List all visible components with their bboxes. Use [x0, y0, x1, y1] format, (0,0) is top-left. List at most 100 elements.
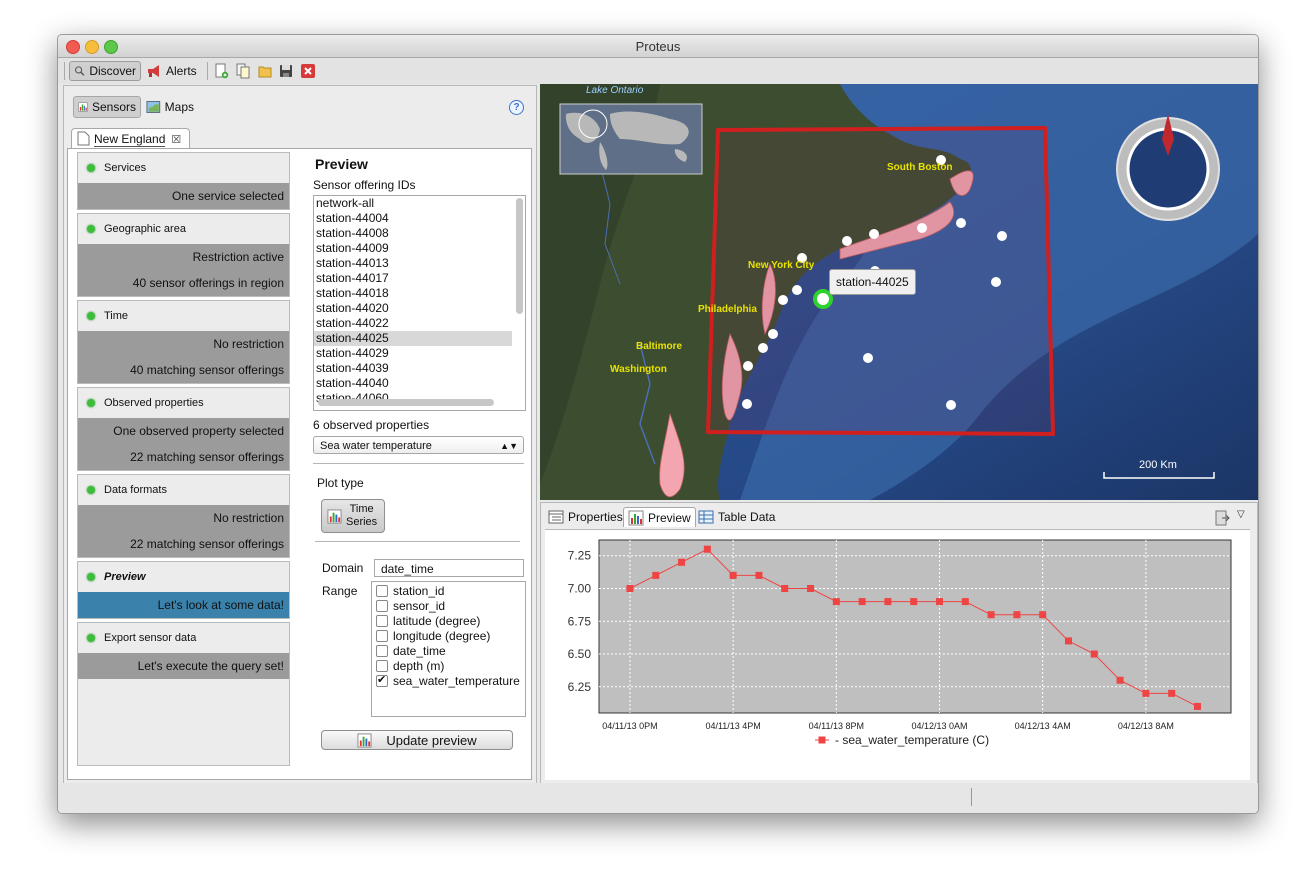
range-option[interactable]: latitude (degree)	[372, 613, 525, 628]
offering-item[interactable]: station-44040	[314, 376, 512, 391]
x-tick-label: 04/12/13 0AM	[911, 721, 967, 731]
data-point	[910, 598, 918, 606]
horizontal-scrollbar[interactable]	[318, 399, 494, 406]
step-geographic-area[interactable]: Geographic area Restriction active 40 se…	[77, 213, 290, 297]
tab-preview[interactable]: Preview	[623, 507, 696, 527]
step-status: No restriction	[78, 331, 289, 357]
title-bar: Proteus	[58, 35, 1258, 58]
tab-properties[interactable]: Properties	[544, 507, 627, 527]
help-icon[interactable]: ?	[509, 100, 524, 115]
view-menu-icon[interactable]: ▽	[1237, 509, 1245, 520]
offering-ids-label: Sensor offering IDs	[313, 178, 416, 192]
update-preview-label: Update preview	[386, 732, 477, 748]
range-option-label: station_id	[393, 583, 445, 598]
alerts-button[interactable]: Alerts	[142, 61, 204, 81]
status-dot-icon	[87, 225, 95, 233]
updown-arrows-icon: ▲▼	[500, 441, 518, 451]
offering-item[interactable]: station-44013	[314, 256, 512, 271]
step-time[interactable]: Time No restriction 40 matching sensor o…	[77, 300, 290, 384]
domain-field[interactable]: date_time	[374, 559, 524, 577]
new-document-icon[interactable]	[213, 63, 229, 79]
tab-label: Table Data	[718, 510, 776, 524]
offering-item[interactable]: station-44039	[314, 361, 512, 376]
station-marker[interactable]	[991, 277, 1001, 287]
x-tick-label: 04/11/13 0PM	[602, 721, 657, 731]
folder-icon[interactable]	[257, 63, 273, 79]
offering-item[interactable]: station-44025	[314, 331, 512, 346]
station-marker[interactable]	[863, 353, 873, 363]
checkbox[interactable]	[376, 584, 388, 597]
range-option-label: date_time	[393, 643, 446, 658]
station-marker[interactable]	[743, 361, 753, 371]
checkbox[interactable]	[376, 644, 388, 657]
megaphone-icon	[148, 65, 159, 77]
step-data-formats[interactable]: Data formats No restriction 22 matching …	[77, 474, 290, 558]
offering-item[interactable]: station-44022	[314, 316, 512, 331]
offering-item[interactable]: station-44029	[314, 346, 512, 361]
bar-chart-icon	[78, 102, 88, 112]
range-option[interactable]: date_time	[372, 643, 525, 658]
observed-property-select[interactable]: Sea water temperature ▲▼	[313, 436, 524, 454]
checkbox[interactable]	[376, 629, 388, 642]
discover-button[interactable]: Discover	[69, 61, 141, 81]
station-marker[interactable]	[842, 236, 852, 246]
sensors-toggle[interactable]: Sensors	[73, 96, 141, 118]
station-marker[interactable]	[768, 329, 778, 339]
update-preview-button[interactable]: Update preview	[321, 730, 513, 750]
station-marker[interactable]	[742, 399, 752, 409]
range-option-label: sea_water_temperature	[393, 673, 520, 688]
status-dot-icon	[87, 164, 95, 172]
checkbox[interactable]	[376, 614, 388, 627]
checkbox[interactable]	[376, 673, 388, 687]
offering-item[interactable]: station-44018	[314, 286, 512, 301]
tab-table-data[interactable]: Table Data	[694, 507, 779, 527]
step-preview[interactable]: Preview Let's look at some data!	[77, 561, 290, 619]
range-option[interactable]: depth (m)	[372, 658, 525, 673]
x-tick-label: 04/11/13 4PM	[705, 721, 760, 731]
domain-label: Domain	[322, 561, 364, 575]
offering-item[interactable]: station-44008	[314, 226, 512, 241]
delete-icon[interactable]	[300, 63, 316, 79]
offering-item[interactable]: station-44017	[314, 271, 512, 286]
vertical-scrollbar[interactable]	[516, 198, 523, 314]
step-status: Restriction active	[78, 244, 289, 270]
time-series-button[interactable]: Time Series	[321, 499, 385, 533]
range-checklist: station_id sensor_id latitude (degree) long…	[371, 581, 526, 717]
range-option-label: longitude (degree)	[393, 628, 491, 643]
close-tab-icon[interactable]: ☒	[171, 133, 181, 146]
offering-item[interactable]: station-44004	[314, 211, 512, 226]
step-status: 40 sensor offerings in region	[78, 270, 289, 296]
checkbox[interactable]	[376, 599, 388, 612]
copy-documents-icon[interactable]	[235, 63, 251, 79]
step-observed-properties[interactable]: Observed properties One observed propert…	[77, 387, 290, 471]
checkbox[interactable]	[376, 659, 388, 672]
export-icon[interactable]	[1214, 510, 1230, 526]
status-dot-icon	[87, 312, 95, 320]
offering-item[interactable]: network-all	[314, 196, 512, 211]
offering-list[interactable]: network-all station-44004 station-44008 sta…	[313, 195, 526, 411]
range-option[interactable]: sensor_id	[372, 598, 525, 613]
station-marker[interactable]	[758, 343, 768, 353]
x-tick-label: 04/11/13 8PM	[809, 721, 864, 731]
status-dot-icon	[87, 573, 95, 581]
maps-toggle[interactable]: Maps	[142, 96, 198, 118]
offering-item[interactable]: station-44009	[314, 241, 512, 256]
station-marker[interactable]	[946, 400, 956, 410]
station-marker[interactable]	[792, 285, 802, 295]
station-marker[interactable]	[997, 231, 1007, 241]
station-marker[interactable]	[778, 295, 788, 305]
station-marker[interactable]	[917, 223, 927, 233]
range-option[interactable]: station_id	[372, 583, 525, 598]
data-point	[652, 571, 660, 579]
station-marker[interactable]	[956, 218, 966, 228]
map-view[interactable]: Lake Ontario South Boston New York City …	[540, 84, 1258, 500]
step-services[interactable]: Services One service selected	[77, 152, 290, 210]
range-option[interactable]: sea_water_temperature	[372, 673, 525, 688]
tab-new-england[interactable]: New England ☒	[71, 128, 191, 149]
range-option[interactable]: longitude (degree)	[372, 628, 525, 643]
offering-item[interactable]: station-44020	[314, 301, 512, 316]
step-export-sensor-data[interactable]: Export sensor data Let's execute the que…	[77, 622, 290, 766]
save-icon[interactable]	[278, 63, 294, 79]
station-marker[interactable]	[869, 229, 879, 239]
status-bar	[58, 783, 1258, 813]
